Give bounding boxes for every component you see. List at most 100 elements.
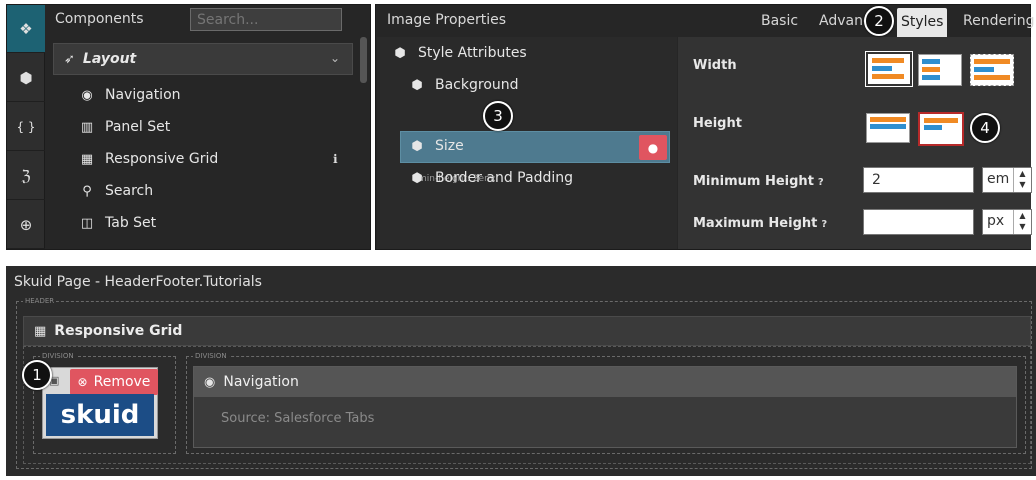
components-header: Components: [45, 5, 370, 35]
globe-icon[interactable]: ⊕: [7, 201, 45, 249]
component-label: Panel Set: [105, 119, 171, 135]
remove-label: Remove: [93, 374, 151, 390]
logo-text: skuid: [60, 400, 140, 430]
navigation-header[interactable]: ◉ Navigation: [194, 367, 1016, 397]
tab-set-icon: ◫: [80, 215, 94, 231]
tab-styles[interactable]: Styles: [897, 8, 947, 38]
layout-group-label: Layout: [82, 51, 137, 67]
callout-2: 2: [864, 6, 894, 36]
remove-button[interactable]: ⊗ Remove: [70, 369, 158, 395]
tab-advanced[interactable]: Advanc: [819, 13, 871, 29]
division-1[interactable]: DIVISION ▣ ⊗ Remove skuid: [33, 352, 176, 454]
max-height-text: Maximum Height: [693, 216, 818, 231]
braces-icon[interactable]: { }: [7, 103, 45, 151]
height-label: Height: [693, 116, 742, 131]
compass-icon: ◉: [204, 374, 216, 390]
page-canvas: Skuid Page - HeaderFooter.Tutorials HEAD…: [6, 266, 1036, 476]
width-option-full[interactable]: [970, 54, 1014, 86]
responsive-grid-body: DIVISION ▣ ⊗ Remove skuid DIVISION ◉ Nav…: [23, 346, 1031, 464]
attribute-size-label-wrap: ⬢ Size: [409, 138, 464, 154]
callout-4: 4: [970, 113, 1000, 143]
component-panel-set[interactable]: ▥ Panel Set: [79, 116, 170, 138]
style-attributes-header: ⬢ Style Attributes: [392, 45, 527, 61]
delete-attribute-icon[interactable]: ●: [639, 135, 667, 160]
image-component[interactable]: ▣ ⊗ Remove skuid: [42, 367, 158, 439]
attribute-label: Border and Padding: [435, 170, 573, 186]
page-title: Skuid Page - HeaderFooter.Tutorials: [14, 274, 262, 290]
width-option-fixed[interactable]: [865, 51, 913, 87]
cube-icon: ⬢: [411, 77, 423, 93]
component-tab-set[interactable]: ◫ Tab Set: [79, 212, 156, 234]
close-icon: ⊗: [77, 375, 88, 389]
callout-1: 1: [22, 360, 52, 390]
attribute-background[interactable]: ⬢ Background: [409, 77, 519, 93]
header-region-label: HEADER: [23, 297, 57, 305]
panel-set-icon: ▥: [80, 119, 94, 135]
chevron-down-icon: ⌄: [329, 51, 340, 65]
attribute-border-padding[interactable]: ⬢ Border and Padding: [409, 170, 573, 186]
division-label: DIVISION: [40, 352, 76, 360]
min-height-label: Minimum Height?: [693, 174, 824, 189]
components-title: Components: [55, 11, 144, 27]
component-search[interactable]: ⚲ Search: [79, 180, 153, 202]
tab-rendering[interactable]: Rendering: [963, 13, 1035, 29]
component-label: Navigation: [105, 87, 181, 103]
component-label: Search: [105, 183, 154, 199]
css-icon[interactable]: ℨ: [7, 152, 45, 200]
max-height-unit-select[interactable]: px ▲ ▼: [982, 209, 1032, 235]
division-2[interactable]: DIVISION ◉ Navigation Source: Salesforce…: [186, 352, 1026, 454]
attribute-size[interactable]: ⬢ Size ●: [400, 131, 670, 163]
style-options-pane: Width Height Minimum Height? 2 em ▲ ▼ Ma…: [678, 37, 1032, 249]
component-label: Tab Set: [105, 215, 157, 231]
component-responsive-grid[interactable]: ▦ Responsive Grid: [79, 148, 218, 170]
unit-value: px: [987, 213, 1005, 229]
unit-value: em: [987, 171, 1010, 187]
attribute-label: Background: [435, 77, 519, 93]
responsive-grid-label: Responsive Grid: [54, 323, 183, 339]
style-attributes-pane: ⬢ Style Attributes ⬢ Background ⬢ Size ●…: [377, 37, 677, 249]
components-panel: ❖ ⬢ { } ℨ ⊕ Components ➶ Layout ⌄ ◉ Navi…: [6, 4, 371, 250]
max-height-label: Maximum Height?: [693, 216, 827, 231]
navigation-source: Source: Salesforce Tabs: [221, 411, 375, 426]
header-region: HEADER ▦ Responsive Grid DIVISION ▣ ⊗ Re…: [16, 297, 1032, 469]
height-option-min[interactable]: [918, 112, 964, 146]
min-height-unit-select[interactable]: em ▲ ▼: [982, 167, 1032, 193]
spinner-icon[interactable]: ▲ ▼: [1013, 210, 1031, 234]
cube-icon: ⬢: [411, 138, 423, 154]
navigation-label: Navigation: [223, 374, 299, 390]
grid-icon: ▦: [80, 151, 94, 167]
grid-icon: ▦: [34, 323, 47, 339]
navigation-component[interactable]: ◉ Navigation Source: Salesforce Tabs: [193, 366, 1017, 448]
attribute-label: Size: [435, 138, 464, 154]
help-icon[interactable]: ?: [818, 177, 824, 188]
skuid-logo: skuid: [46, 394, 154, 436]
height-option-auto[interactable]: [866, 113, 910, 143]
cubes-icon: ⬢: [394, 45, 406, 61]
component-search-input[interactable]: [190, 8, 342, 31]
info-icon[interactable]: ℹ: [333, 152, 338, 166]
division-label: DIVISION: [193, 352, 229, 360]
callout-3: 3: [483, 101, 513, 131]
icon-rail: ❖ ⬢ { } ℨ ⊕: [7, 5, 45, 249]
min-height-text: Minimum Height: [693, 174, 814, 189]
width-option-auto[interactable]: [918, 54, 962, 86]
model-icon[interactable]: ⬢: [7, 54, 45, 102]
help-icon[interactable]: ?: [821, 219, 827, 230]
responsive-grid-header[interactable]: ▦ Responsive Grid: [23, 316, 1031, 346]
components-icon[interactable]: ❖: [7, 5, 45, 53]
layout-group-header[interactable]: ➶ Layout ⌄: [53, 43, 353, 75]
style-attributes-label: Style Attributes: [418, 45, 527, 61]
width-label: Width: [693, 58, 737, 73]
spinner-icon[interactable]: ▲ ▼: [1013, 168, 1031, 192]
min-height-input[interactable]: [863, 167, 974, 193]
image-properties-panel: Image Properties Basic Advanc Styles Ren…: [375, 4, 1035, 250]
component-label: Responsive Grid: [105, 151, 219, 167]
cube-icon: ⬢: [411, 170, 423, 186]
compass-icon: ◉: [81, 87, 93, 103]
search-icon: ⚲: [82, 183, 92, 199]
properties-title: Image Properties: [387, 12, 507, 28]
scrollbar-thumb[interactable]: [360, 37, 367, 83]
component-navigation[interactable]: ◉ Navigation: [79, 84, 181, 106]
tab-basic[interactable]: Basic: [761, 13, 798, 29]
max-height-input[interactable]: [863, 209, 974, 235]
